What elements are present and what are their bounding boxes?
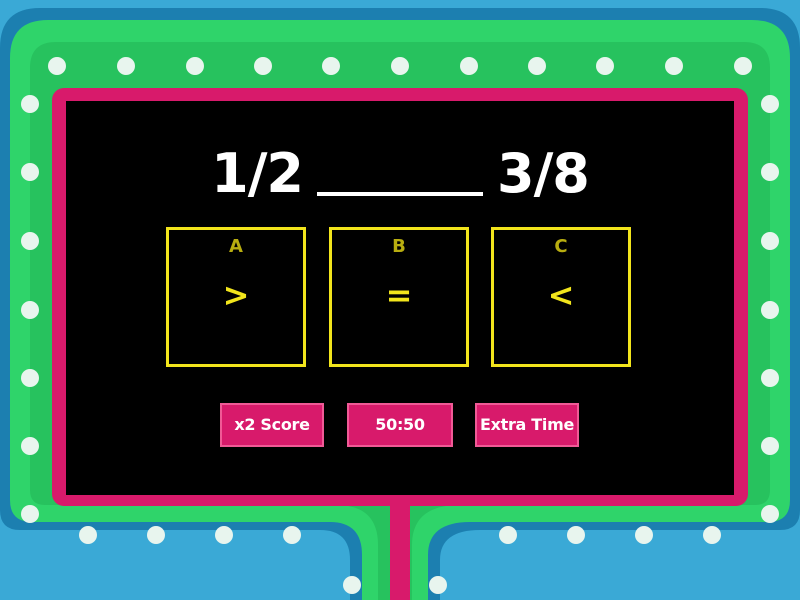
marquee-bulb [761, 437, 779, 455]
marquee-bulb [761, 505, 779, 523]
marquee-bulb [528, 57, 546, 75]
marquee-bulb [21, 95, 39, 113]
marquee-bulb [761, 95, 779, 113]
extra-time-button[interactable]: Extra Time [475, 403, 579, 447]
question-right-fraction: 3/8 [497, 142, 590, 205]
marquee-bulb [665, 57, 683, 75]
marquee-bulb [117, 57, 135, 75]
marquee-bulb [761, 232, 779, 250]
marquee-bulb [21, 437, 39, 455]
marquee-bulb [186, 57, 204, 75]
answer-box-a[interactable]: A > [166, 227, 306, 367]
marquee-bulb [48, 57, 66, 75]
marquee-bulb [499, 526, 517, 544]
marquee-bulb [21, 369, 39, 387]
fifty-fifty-button[interactable]: 50:50 [347, 403, 453, 447]
marquee-bulb [635, 526, 653, 544]
marquee-bulb [703, 526, 721, 544]
question-left-fraction: 1/2 [211, 142, 304, 205]
bottom-right-gap [540, 560, 800, 600]
marquee-bulb [429, 576, 447, 594]
marquee-bulb [147, 526, 165, 544]
stem-pink [390, 500, 410, 600]
x2-score-button[interactable]: x2 Score [220, 403, 324, 447]
marquee-bulb [322, 57, 340, 75]
answer-letter: A [229, 236, 243, 257]
game-stage: 1/2 3/8 A > B = C < x2 Score 50:50 Extra … [0, 0, 800, 600]
marquee-bulb [343, 576, 361, 594]
answer-text: = [385, 276, 413, 314]
answer-letter: B [392, 236, 406, 257]
marquee-bulb [21, 505, 39, 523]
bottom-left-gap [0, 560, 260, 600]
marquee-bulb [254, 57, 272, 75]
marquee-bulb [734, 57, 752, 75]
marquee-bulb [596, 57, 614, 75]
marquee-bulb [761, 301, 779, 319]
answer-text: > [222, 276, 250, 314]
question-text: 1/2 3/8 [0, 138, 800, 209]
marquee-bulb [79, 526, 97, 544]
marquee-bulb [391, 57, 409, 75]
marquee-bulb [761, 369, 779, 387]
marquee-bulb [21, 232, 39, 250]
answer-text: < [547, 276, 575, 314]
answer-box-c[interactable]: C < [491, 227, 631, 367]
marquee-bulb [460, 57, 478, 75]
answer-box-b[interactable]: B = [329, 227, 469, 367]
question-blank [317, 138, 483, 196]
marquee-bulb [283, 526, 301, 544]
marquee-bulb [567, 526, 585, 544]
marquee-bulb [215, 526, 233, 544]
marquee-bulb [21, 301, 39, 319]
answer-letter: C [554, 236, 568, 257]
